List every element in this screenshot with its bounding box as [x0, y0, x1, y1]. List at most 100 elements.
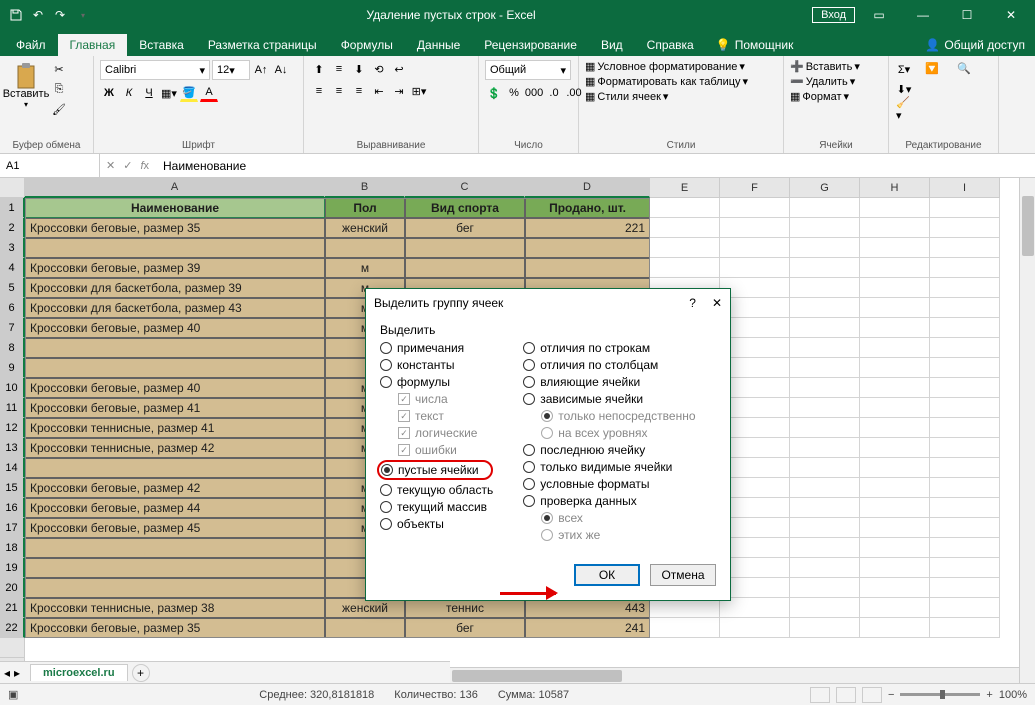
tab-review[interactable]: Рецензирование [472, 34, 589, 56]
sort-filter-button[interactable]: 🔽 [919, 60, 945, 77]
cell[interactable] [25, 358, 325, 378]
cell[interactable]: Кроссовки беговые, размер 35 [25, 618, 325, 638]
ribbon-options-icon[interactable]: ▭ [859, 0, 899, 30]
cell[interactable] [860, 598, 930, 618]
font-name-combo[interactable]: Calibri▾ [100, 60, 210, 80]
formula-input[interactable]: Наименование [155, 159, 1035, 173]
redo-icon[interactable]: ↷ [52, 7, 68, 23]
col-header-G[interactable]: G [790, 178, 860, 198]
wrap-text-icon[interactable]: ↩ [390, 60, 408, 78]
align-middle-icon[interactable]: ≡ [330, 60, 348, 78]
cell[interactable] [650, 198, 720, 218]
row-header[interactable]: 4 [0, 258, 25, 278]
cell[interactable] [930, 438, 1000, 458]
cell[interactable]: Пол [325, 198, 405, 218]
cell[interactable] [790, 418, 860, 438]
radio-data-validation[interactable]: проверка данных [523, 494, 695, 508]
cell[interactable] [25, 558, 325, 578]
maximize-icon[interactable]: ☐ [947, 0, 987, 30]
zoom-level[interactable]: 100% [999, 689, 1027, 701]
add-sheet-button[interactable]: + [132, 664, 150, 682]
radio-blanks[interactable]: пустые ячейки [377, 460, 493, 480]
cell[interactable] [930, 618, 1000, 638]
radio-formulas[interactable]: формулы [380, 375, 493, 389]
row-header[interactable]: 12 [0, 418, 25, 438]
select-all-corner[interactable] [0, 178, 25, 198]
cell[interactable] [860, 318, 930, 338]
radio-row-diff[interactable]: отличия по строкам [523, 341, 695, 355]
row-header[interactable]: 18 [0, 538, 25, 558]
cell[interactable] [930, 198, 1000, 218]
col-header-I[interactable]: I [930, 178, 1000, 198]
cell[interactable] [860, 338, 930, 358]
sheet-next-icon[interactable]: ▸ [14, 666, 20, 680]
cell[interactable] [720, 218, 790, 238]
format-painter-icon[interactable]: 🖌 [50, 100, 68, 118]
radio-visible-cells[interactable]: только видимые ячейки [523, 460, 695, 474]
cell[interactable]: Кроссовки беговые, размер 40 [25, 318, 325, 338]
radio-dependents[interactable]: зависимые ячейки [523, 392, 695, 406]
cell[interactable] [790, 558, 860, 578]
cell[interactable] [720, 598, 790, 618]
cell[interactable] [860, 578, 930, 598]
format-as-table-button[interactable]: ▦Форматировать как таблицу▾ [585, 75, 748, 88]
cell[interactable]: Кроссовки теннисные, размер 42 [25, 438, 325, 458]
find-select-button[interactable]: 🔍 [951, 60, 977, 77]
cell[interactable] [525, 238, 650, 258]
row-header[interactable]: 9 [0, 358, 25, 378]
cell[interactable] [790, 298, 860, 318]
login-button[interactable]: Вход [812, 7, 855, 23]
cell[interactable] [720, 238, 790, 258]
radio-last-cell[interactable]: последнюю ячейку [523, 443, 695, 457]
cell[interactable] [25, 458, 325, 478]
cell[interactable] [650, 258, 720, 278]
tab-home[interactable]: Главная [58, 34, 128, 56]
cell[interactable] [790, 358, 860, 378]
cell[interactable] [860, 238, 930, 258]
cell[interactable] [930, 578, 1000, 598]
delete-cells-button[interactable]: ➖Удалить▾ [790, 75, 855, 88]
row-header[interactable]: 13 [0, 438, 25, 458]
insert-cells-button[interactable]: ➕Вставить▾ [790, 60, 860, 73]
cell[interactable] [405, 238, 525, 258]
cell[interactable] [860, 198, 930, 218]
currency-icon[interactable]: 💲 [485, 84, 503, 102]
row-header[interactable]: 3 [0, 238, 25, 258]
tab-help[interactable]: Справка [635, 34, 706, 56]
tab-insert[interactable]: Вставка [127, 34, 196, 56]
cell[interactable] [790, 438, 860, 458]
clear-icon[interactable]: 🧹▾ [895, 100, 913, 118]
cell[interactable] [650, 238, 720, 258]
enter-formula-icon[interactable]: ✓ [123, 159, 132, 172]
cell[interactable]: Вид спорта [405, 198, 525, 218]
qat-dropdown-icon[interactable] [74, 7, 90, 23]
underline-button[interactable]: Ч [140, 84, 158, 102]
row-header[interactable]: 21 [0, 598, 25, 618]
cell[interactable] [860, 378, 930, 398]
row-header[interactable]: 6 [0, 298, 25, 318]
conditional-formatting-button[interactable]: ▦Условное форматирование▾ [585, 60, 745, 73]
row-header[interactable]: 20 [0, 578, 25, 598]
row-header[interactable]: 8 [0, 338, 25, 358]
page-layout-view-icon[interactable] [836, 687, 856, 703]
cell[interactable] [790, 218, 860, 238]
cell[interactable] [930, 598, 1000, 618]
cell[interactable] [930, 378, 1000, 398]
align-right-icon[interactable]: ≡ [350, 82, 368, 100]
cell[interactable] [930, 318, 1000, 338]
cell[interactable]: м [325, 258, 405, 278]
zoom-out-icon[interactable]: − [888, 689, 894, 701]
vertical-scrollbar[interactable] [1019, 178, 1035, 683]
align-bottom-icon[interactable]: ⬇ [350, 60, 368, 78]
cell[interactable]: Кроссовки беговые, размер 42 [25, 478, 325, 498]
col-header-E[interactable]: E [650, 178, 720, 198]
cell[interactable] [25, 538, 325, 558]
cell[interactable] [790, 338, 860, 358]
radio-constants[interactable]: константы [380, 358, 493, 372]
cell[interactable]: теннис [405, 598, 525, 618]
cell[interactable] [790, 258, 860, 278]
cell[interactable] [930, 518, 1000, 538]
cell[interactable] [790, 498, 860, 518]
italic-button[interactable]: К [120, 84, 138, 102]
cell[interactable]: бег [405, 618, 525, 638]
